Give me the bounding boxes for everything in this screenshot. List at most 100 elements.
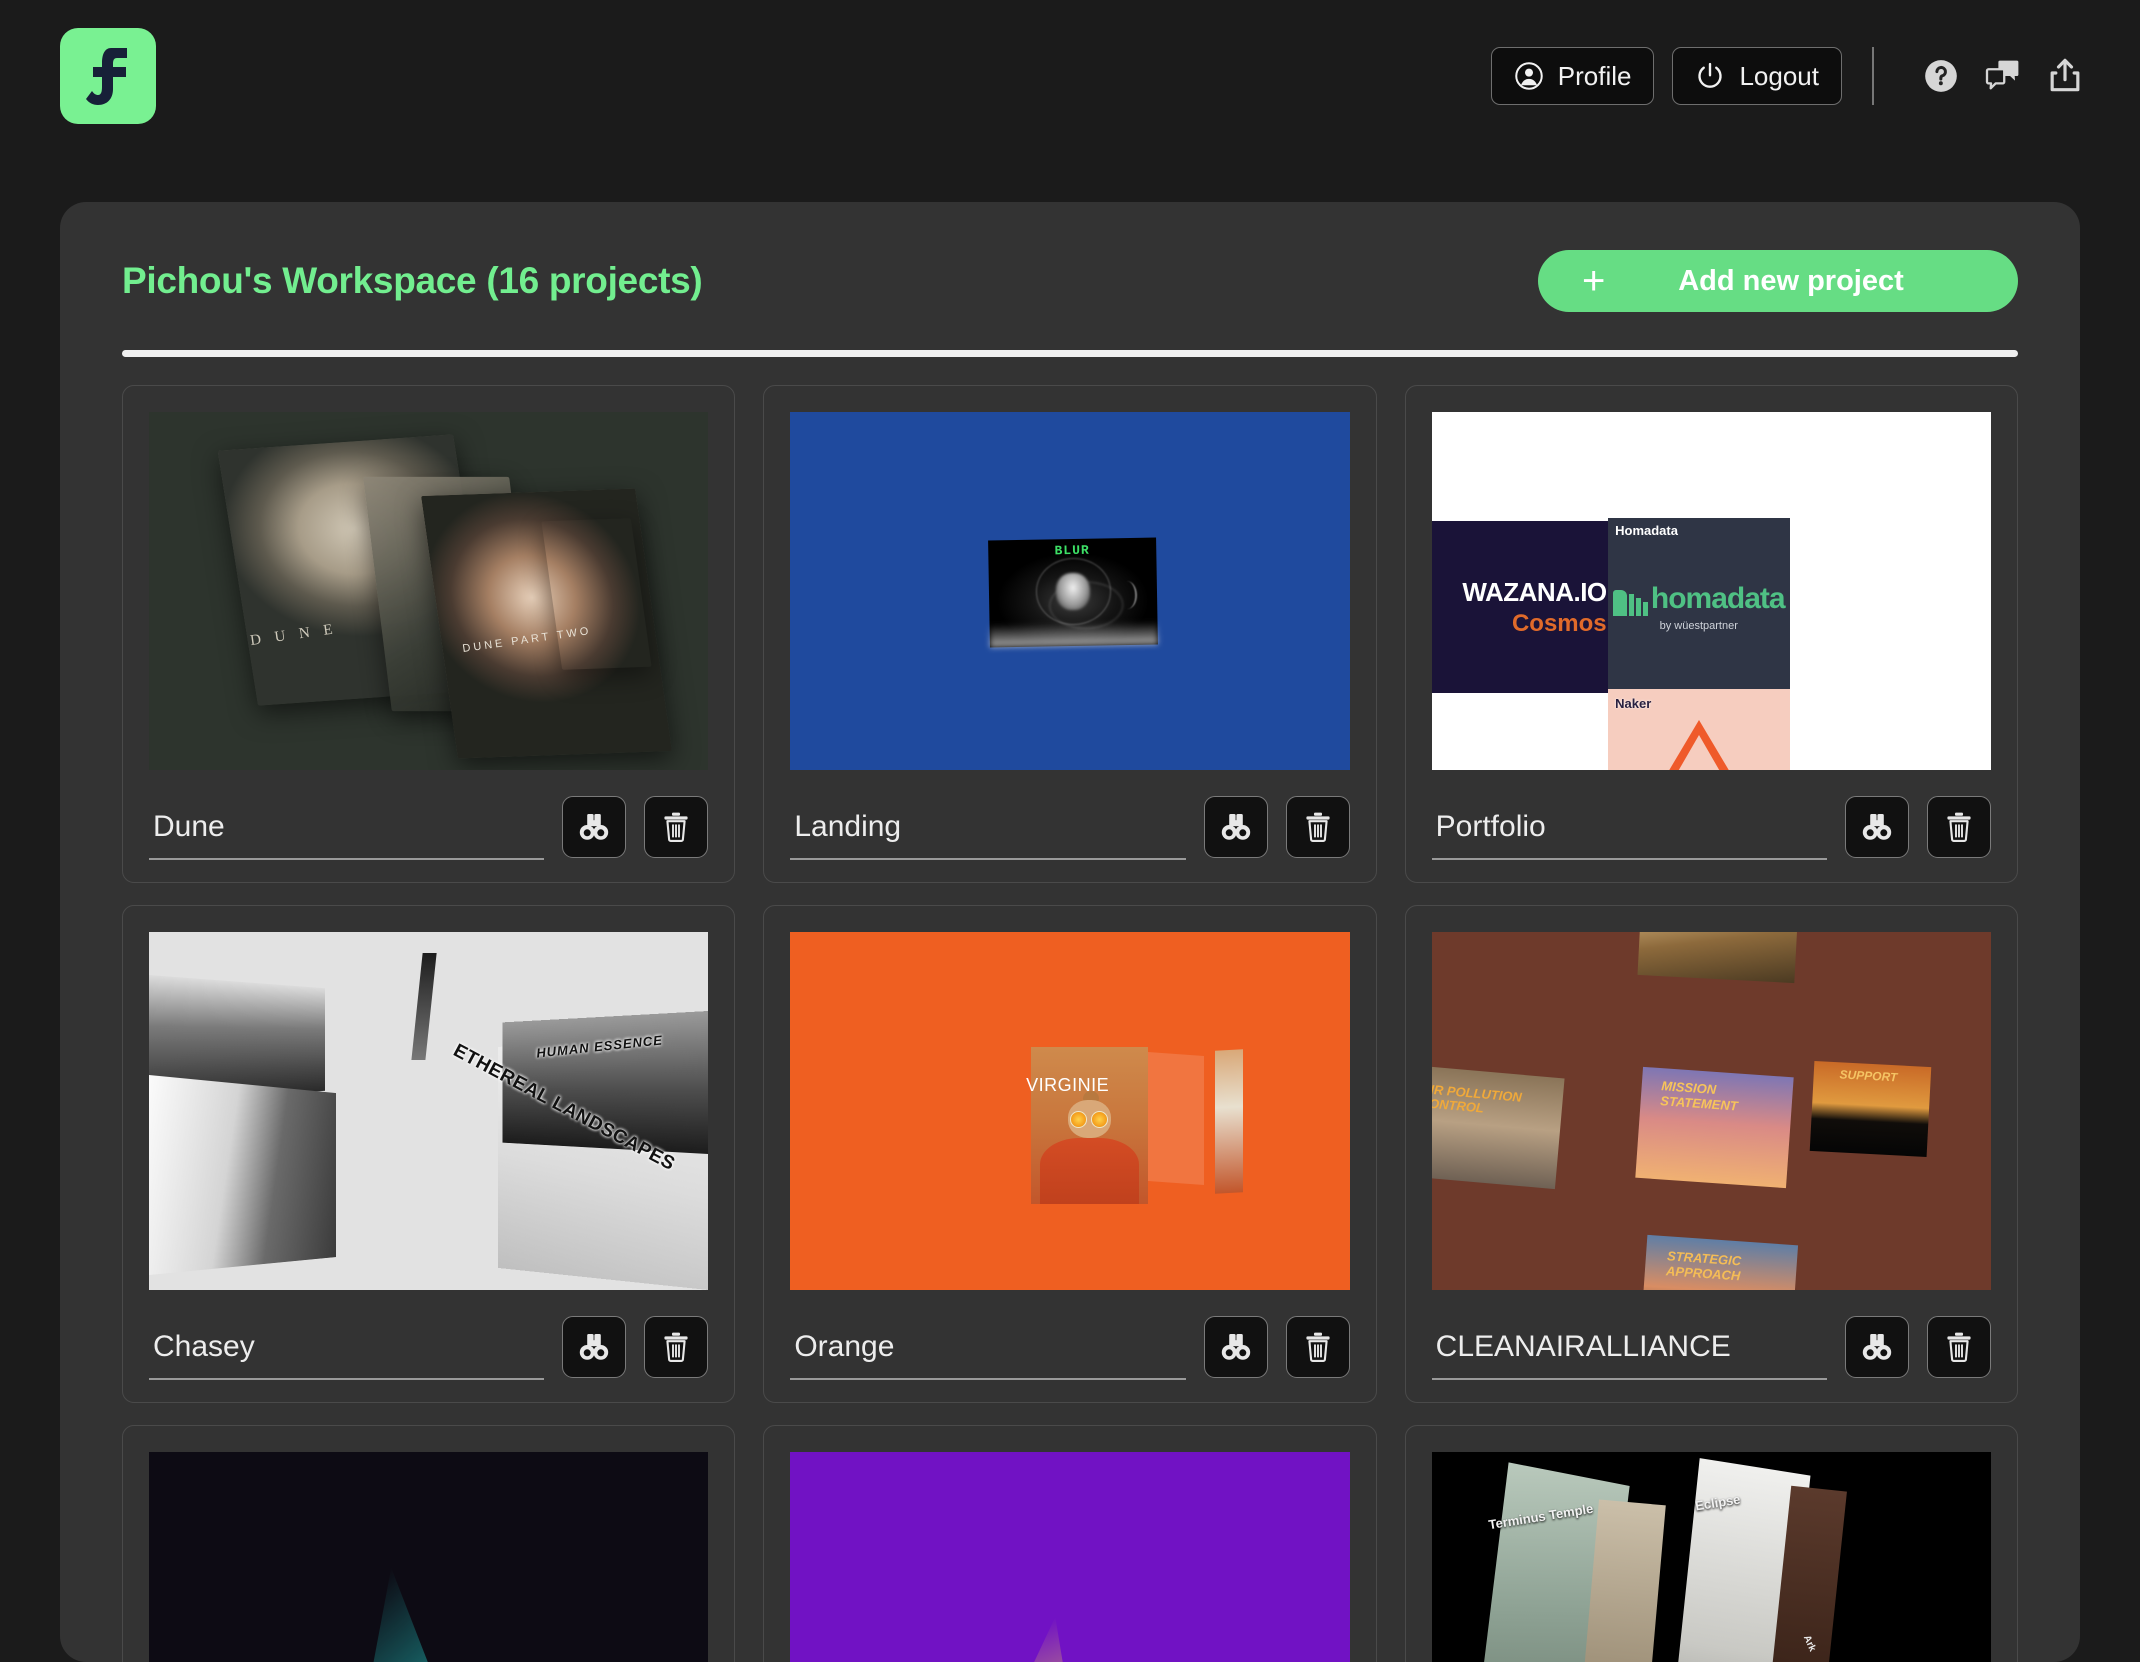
card-footer — [149, 1316, 709, 1380]
light-streak — [260, 1568, 575, 1662]
trash-icon — [664, 1332, 688, 1362]
portrait-body — [1040, 1137, 1139, 1205]
tile-title: homadata — [1650, 582, 1786, 616]
toolbar-divider — [1872, 47, 1874, 105]
logout-button[interactable]: Logout — [1672, 47, 1842, 105]
bars-icon — [1612, 590, 1648, 617]
delete-project-button[interactable] — [1285, 796, 1350, 858]
binoculars-icon — [1862, 1334, 1892, 1360]
messages-button[interactable] — [1980, 53, 2026, 99]
add-new-project-label: Add new project — [1678, 264, 1904, 297]
share-button[interactable] — [2042, 53, 2088, 99]
profile-button[interactable]: Profile — [1490, 47, 1655, 105]
delete-project-button[interactable] — [1926, 1316, 1991, 1378]
project-name-input[interactable] — [790, 810, 1186, 860]
delete-project-button[interactable] — [1926, 796, 1991, 858]
project-card[interactable]: Terminus Temple Eclipse Ark — [1404, 1425, 2018, 1662]
preview-project-button[interactable] — [1844, 796, 1909, 858]
project-thumbnail[interactable]: · · · · · · · — [790, 1452, 1350, 1662]
delete-project-button[interactable] — [1285, 1316, 1350, 1378]
preview-project-button[interactable] — [1844, 1316, 1909, 1378]
card-footer — [790, 1316, 1350, 1380]
project-thumbnail[interactable]: AIR POLLUTION CONTROL MISSION STATEMENT … — [1431, 932, 1991, 1290]
thumb-caption: AIR POLLUTION CONTROL — [1431, 1080, 1523, 1116]
projects-grid: D U N E DUNE PART TWO Dune BLUR Landing … — [122, 385, 2018, 1662]
preview-project-button[interactable] — [1203, 1316, 1268, 1378]
thumb-caption: STRATEGIC APPROACH — [1665, 1248, 1742, 1284]
gallery-image: AIR POLLUTION CONTROL — [1431, 1065, 1565, 1189]
project-name-input[interactable] — [1431, 1330, 1827, 1380]
project-thumbnail[interactable]: D U N E DUNE PART TWO — [149, 412, 709, 770]
project-card[interactable] — [122, 1425, 736, 1662]
help-button[interactable] — [1918, 53, 1964, 99]
project-thumbnail[interactable] — [149, 1452, 709, 1662]
project-thumbnail[interactable]: Terminus Temple Eclipse Ark — [1431, 1452, 1991, 1662]
face-blur — [1055, 573, 1090, 611]
tile-title: WAZANA.IO — [1462, 576, 1607, 607]
delete-project-button[interactable] — [644, 1316, 709, 1378]
project-card[interactable]: BLUR — [763, 385, 1377, 883]
project-name-input[interactable] — [790, 1330, 1186, 1380]
add-new-project-button[interactable]: + Add new project — [1538, 250, 2018, 312]
tile-label: Naker — [1615, 695, 1652, 711]
portfolio-tile: Naker — [1607, 689, 1790, 770]
thumb-caption: MISSION STATEMENT — [1659, 1077, 1738, 1114]
tile-subtitle: by wüestpartner — [1659, 620, 1738, 633]
binoculars-icon — [1221, 1334, 1250, 1360]
top-bar-actions: Profile Logout — [1490, 47, 2088, 105]
gallery-panel — [411, 953, 438, 1061]
tile-subtitle: Cosmos — [1511, 609, 1607, 637]
gallery-image — [1637, 932, 1797, 983]
light-streak — [901, 1617, 1205, 1662]
logout-label: Logout — [1739, 60, 1819, 91]
project-card[interactable]: VIRGINIE — [763, 905, 1377, 1403]
glass-panel — [1148, 1051, 1205, 1185]
project-card[interactable]: AIR POLLUTION CONTROL MISSION STATEMENT … — [1404, 905, 2018, 1403]
gallery-image: STRATEGIC APPROACH — [1641, 1234, 1799, 1290]
trash-icon — [1306, 812, 1330, 842]
trash-icon — [1947, 1332, 1971, 1362]
trash-icon — [1947, 812, 1971, 842]
workspace-title: Pichou's Workspace (16 projects) — [122, 260, 703, 301]
side-panel — [1215, 1049, 1244, 1195]
project-name-input[interactable] — [149, 1330, 545, 1380]
workspace-header: Pichou's Workspace (16 projects) + Add n… — [122, 202, 2018, 350]
project-card[interactable]: HUMAN ESSENCE ETHEREAL LANDSCAPES — [122, 905, 736, 1403]
binoculars-icon — [580, 1334, 609, 1360]
tile-label: Homadata — [1615, 522, 1678, 538]
share-upload-icon — [2050, 58, 2080, 92]
thumb-caption: BLUR — [1054, 543, 1090, 559]
binoculars-icon — [1862, 814, 1892, 840]
card-footer — [1431, 796, 1991, 860]
card-footer — [1431, 1316, 1991, 1380]
project-thumbnail[interactable]: HUMAN ESSENCE ETHEREAL LANDSCAPES — [149, 932, 709, 1290]
project-card[interactable]: na WAZANA.IO Cosmos Homadata homadata by… — [1404, 385, 2018, 883]
project-name-input[interactable] — [149, 810, 545, 860]
portfolio-tile: Homadata homadata by wüestpartner — [1607, 517, 1790, 692]
power-icon — [1698, 62, 1723, 88]
project-name-input[interactable] — [1431, 810, 1827, 860]
project-thumbnail[interactable]: na WAZANA.IO Cosmos Homadata homadata by… — [1431, 412, 1991, 770]
binoculars-icon — [580, 814, 609, 840]
preview-project-button[interactable] — [562, 1316, 627, 1378]
card-footer — [790, 796, 1350, 860]
trash-icon — [664, 812, 688, 842]
preview-project-button[interactable] — [1203, 796, 1268, 858]
gallery-image: MISSION STATEMENT — [1634, 1066, 1794, 1188]
project-thumbnail[interactable]: BLUR — [790, 412, 1350, 770]
delete-project-button[interactable] — [644, 796, 709, 858]
card-footer — [149, 796, 709, 860]
help-circle-icon — [1925, 60, 1957, 92]
chat-bubbles-icon — [1985, 60, 2019, 90]
project-card[interactable]: D U N E DUNE PART TWO — [122, 385, 736, 883]
gallery-image: SUPPORT — [1809, 1061, 1932, 1157]
project-card[interactable]: · · · · · · · — [763, 1425, 1377, 1662]
trash-icon — [1306, 1332, 1330, 1362]
function-logo-icon — [86, 48, 127, 105]
workspace-panel: Pichou's Workspace (16 projects) + Add n… — [60, 202, 2080, 1662]
thumb-caption: SUPPORT — [1839, 1068, 1898, 1086]
gallery-panel — [149, 1075, 337, 1276]
preview-project-button[interactable] — [562, 796, 627, 858]
app-logo[interactable] — [60, 28, 156, 124]
project-thumbnail[interactable]: VIRGINIE — [790, 932, 1350, 1290]
